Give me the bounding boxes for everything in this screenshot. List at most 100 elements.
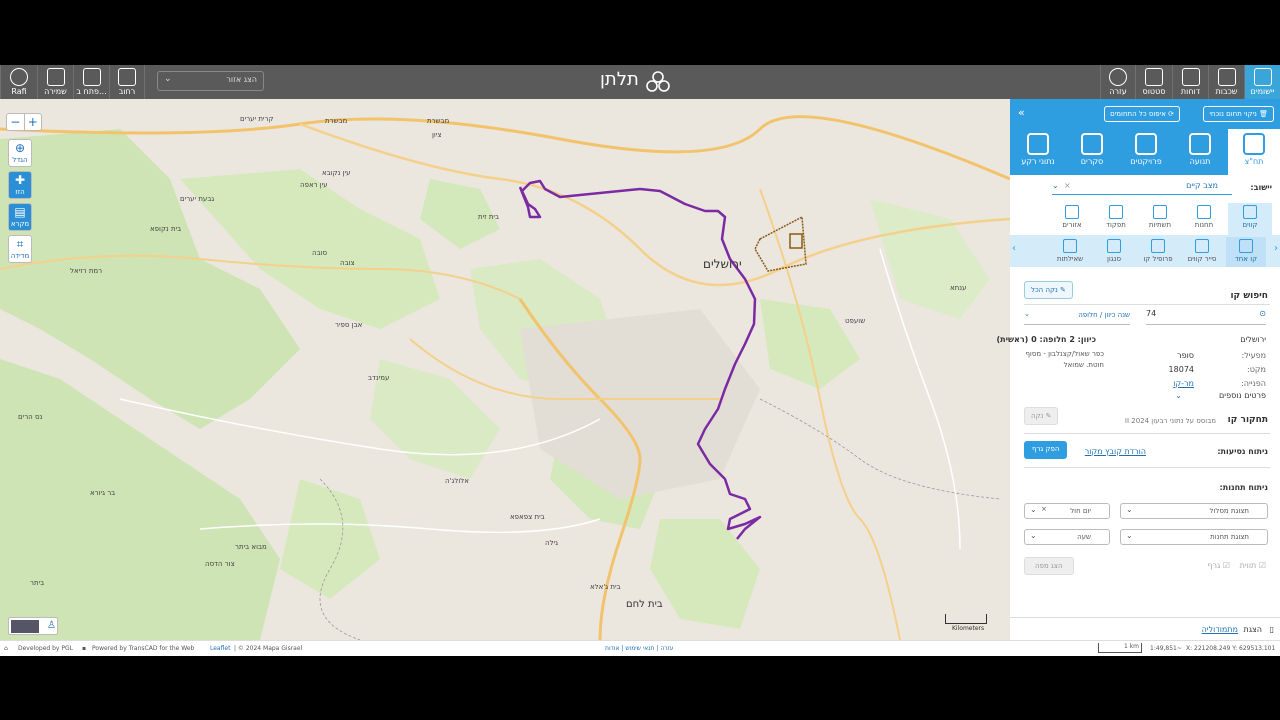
sign-link[interactable]: מר-קו [1173,379,1194,388]
region-select[interactable]: ⌄ הצג אזור [157,71,264,91]
tab-projects[interactable]: פרויקטים [1120,129,1172,175]
chevron-down-icon: ⌄ [1126,505,1133,514]
chevron-down-icon[interactable]: ⌄ [1175,391,1182,400]
tab-transit[interactable]: תח"צ [1228,129,1280,175]
settlement-row: יישוב: מצב קיים × ⌄ [1018,181,1272,197]
clear-area-button[interactable]: 🗑 ניקוי תחום נוכחי [1203,106,1274,122]
clear-icon[interactable]: × [1041,505,1047,513]
subtab-label: סייר קווים [1187,255,1217,263]
cursor-coordinates: X: 221208.249 Y: 629513.101 [1186,645,1276,652]
reports-button[interactable]: דוחות [1172,65,1208,99]
checkbox-label: גרף [1207,561,1221,570]
leaflet-link[interactable]: Leaflet [210,645,230,652]
chevron-right-icon[interactable]: ‹ [1274,243,1278,254]
user-label: Rafi [11,87,27,96]
app-window: Rafi שמירה פתח ב... רחוב ⌄ הצג אזור תלתן… [0,65,1280,656]
pgl-logo-icon: ⌂ [4,645,8,652]
user-button[interactable]: Rafi [0,65,37,99]
tab-traffic[interactable]: תנועה [1174,129,1226,175]
direction-select[interactable]: ⌄ שנה כיוון / חלופה [1024,309,1130,325]
status-footer: ⌂ Developed by PGL ▪ Powered by TransCAD… [0,640,1280,656]
layers-button[interactable]: שכבות [1208,65,1244,99]
clear-icon[interactable]: × [1064,181,1071,190]
hour-select[interactable]: ⌄ שעה [1024,529,1110,545]
street-view-icon [118,68,136,86]
open-button[interactable]: פתח ב... [73,65,109,99]
map-place-label: צור הדסה [205,560,235,568]
scale-ratio: 1:49,851~ [1150,645,1182,652]
divider [1024,467,1270,468]
subtab-stations[interactable]: תחנות [1184,203,1224,233]
app-title: תלתן [600,69,639,90]
clear-all-button[interactable]: ✎ נקה הכל [1024,281,1073,299]
copyright: | © 2024 Mapa Gisrael [234,645,303,652]
zoom-in-button[interactable]: + [25,114,42,130]
map-town-label: בית לחם [626,599,663,610]
settlement-value: מצב קיים [1186,181,1218,190]
map-place-label: גילה [545,539,559,547]
grid-icon [1253,68,1272,86]
apps-button[interactable]: יישומים [1244,65,1280,99]
graph-checkbox[interactable]: ☑ גרף [1207,561,1230,570]
day-type-select[interactable]: ⌄ × יום חול [1024,503,1110,519]
settlement-select[interactable]: מצב קיים × ⌄ [1052,181,1232,195]
apps-label: יישומים [1250,87,1275,96]
status-button[interactable]: סטטוס [1135,65,1172,99]
map-place-label: שועפט [845,317,866,325]
zoom-out-button[interactable]: − [7,114,25,130]
chevron-down-icon: ⌄ [1052,181,1059,190]
zoom-tool-button[interactable]: ⊕ הגדל [8,139,32,167]
subtab-queries[interactable]: שאילתות [1050,237,1090,267]
chevron-down-icon: ⌄ [1030,531,1037,540]
methodology-link[interactable]: מתמודוליה [1202,625,1238,634]
clover-logo-icon [646,71,670,92]
basemap-switcher[interactable]: ♙ [8,617,58,635]
subtab-lines[interactable]: קווים [1228,203,1272,235]
street-button[interactable]: רחוב [109,65,145,99]
bus-icon [1195,239,1209,253]
subtab-function[interactable]: תפקוד [1096,203,1136,233]
generate-graph-button[interactable]: הפק גרף [1024,441,1068,459]
measure-tool-button[interactable]: ⌗ מדידה [8,235,32,263]
help-button[interactable]: עזרה [1100,65,1135,99]
more-details-label[interactable]: פרטים נוספים [1219,391,1266,400]
footer-links[interactable]: עזרה | תנאי שימוש | אודות [605,645,673,652]
clear-label: נקה [1031,412,1044,420]
top-bar: Rafi שמירה פתח ב... רחוב ⌄ הצג אזור תלתן… [0,65,1280,99]
reset-all-button[interactable]: ⟳ איפוס כל התחומים [1104,106,1180,122]
subtab-single-line[interactable]: קו אחד [1226,237,1266,267]
day-type-label: יום חול [1070,507,1091,515]
route-view-select[interactable]: ⌄ תצוגת מסלול [1120,503,1268,519]
satellite-thumbnail [11,620,39,633]
zoom-control: − + [6,113,42,131]
subtab-line-profile[interactable]: פרופיל קו [1138,237,1178,267]
download-source-link[interactable]: הורדת קובץ מקור [1085,447,1146,456]
label-checkbox[interactable]: ☑ תווית [1240,561,1266,570]
clear-button[interactable]: ✎ נקה [1024,407,1059,425]
legend-tool-button[interactable]: ▤ מקרא [8,203,32,231]
tab-label: תנועה [1189,157,1211,166]
subtab-style[interactable]: סנגון [1094,237,1134,267]
tab-background[interactable]: נתוני רקע [1012,129,1064,175]
map-view[interactable]: ירושלים בית לחם מבשרת ציון קרית יערים מב… [0,99,1010,640]
subtab-lines-explorer[interactable]: סייר קווים [1182,237,1222,267]
chevron-left-icon[interactable]: › [1012,243,1016,254]
map-place-label: בית נקופא [150,225,182,233]
collapse-icon[interactable]: » [1018,106,1025,119]
map-place-label: ענתא [950,284,967,292]
pan-tool-button[interactable]: ✚ הזז [8,171,32,199]
line-number-input[interactable]: ⊙ 74 [1146,309,1266,325]
subtab-label: תחנות [1194,221,1214,229]
ridership-label: ניתוח נסיעות: [1217,447,1268,456]
stations-label: ניתוח תחנות: [1219,483,1268,492]
save-button[interactable]: שמירה [37,65,73,99]
stops-view-select[interactable]: ⌄ תצוגת תחנות [1120,529,1268,545]
scale-bar [945,614,987,624]
subtab-areas[interactable]: אזורים [1052,203,1092,233]
tab-surveys[interactable]: סקרים [1066,129,1118,175]
refresh-icon: ⟳ [1165,110,1174,118]
powered-by: Powered by TransCAD for the Web [92,645,195,652]
subtab-infrastructure[interactable]: תשתיות [1140,203,1180,233]
developed-by: Developed by PGL [18,645,73,652]
show-map-button[interactable]: הצג מפה [1024,557,1074,575]
